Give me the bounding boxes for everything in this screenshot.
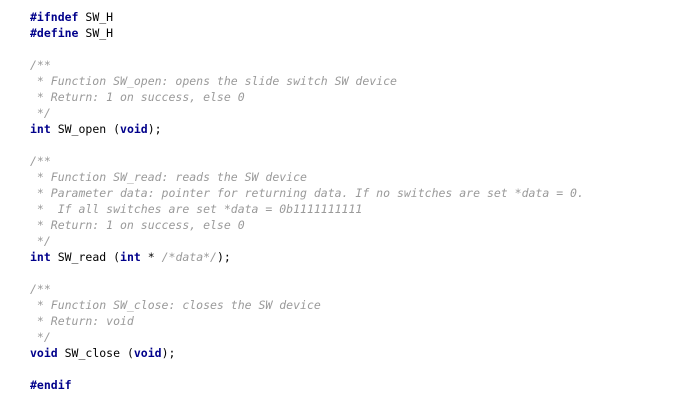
code-line: * Return: 1 on success, else 0	[30, 89, 584, 105]
code-line: #endif	[30, 377, 584, 393]
code-line: /**	[30, 153, 584, 169]
code-line: #ifndef SW_H	[30, 9, 584, 25]
code-line: ​	[30, 41, 584, 57]
code-line: * Function SW_open: opens the slide swit…	[30, 73, 584, 89]
code-text: );	[161, 346, 176, 360]
code-comment: /*data*/	[161, 250, 217, 264]
code-line: /**	[30, 57, 584, 73]
code-comment: * Return: 1 on success, else 0	[30, 218, 245, 232]
code-keyword: void	[30, 346, 58, 360]
code-text: *	[140, 250, 162, 264]
code-keyword: int	[120, 250, 141, 264]
code-line: ​	[30, 265, 584, 281]
code-line: * Parameter data: pointer for returning …	[30, 185, 584, 201]
code-line: */	[30, 105, 584, 121]
code-text: SW_read (	[50, 250, 121, 264]
code-text: SW_open (	[50, 122, 121, 136]
code-keyword: void	[133, 346, 162, 360]
code-comment: /**	[30, 58, 51, 72]
code-line: int SW_read (int * /*data*/);	[30, 249, 584, 265]
code-keyword: #define	[30, 26, 79, 40]
code-text: SW_H	[78, 26, 114, 40]
code-comment: * Return: void	[30, 314, 134, 328]
code-keyword: int	[30, 122, 51, 136]
code-keyword: void	[120, 122, 148, 136]
code-line: */	[30, 329, 584, 345]
code-line: * If all switches are set *data = 0b1111…	[30, 201, 584, 217]
code-text: SW_close (	[57, 346, 134, 360]
code-line: * Return: 1 on success, else 0	[30, 217, 584, 233]
code-line: * Return: void	[30, 313, 584, 329]
code-comment: /**	[30, 282, 51, 296]
code-line: #define SW_H	[30, 25, 584, 41]
code-comment: * If all switches are set *data = 0b1111…	[30, 202, 363, 216]
code-listing: #ifndef SW_H#define SW_H​/** * Function …	[30, 9, 584, 393]
code-keyword: #endif	[30, 378, 72, 392]
code-line: ​	[30, 361, 584, 377]
code-line: */	[30, 233, 584, 249]
code-comment: /**	[30, 154, 51, 168]
code-line: * Function SW_close: closes the SW devic…	[30, 297, 584, 313]
code-comment: * Function SW_close: closes the SW devic…	[30, 298, 321, 312]
code-line: void SW_close (void);	[30, 345, 584, 361]
code-comment: * Return: 1 on success, else 0	[30, 90, 245, 104]
code-text: SW_H	[78, 10, 114, 24]
code-comment: * Function SW_read: reads the SW device	[30, 170, 307, 184]
code-line: ​	[30, 137, 584, 153]
code-keyword: #ifndef	[30, 10, 79, 24]
code-comment: * Parameter data: pointer for returning …	[30, 186, 584, 200]
code-line: int SW_open (void);	[30, 121, 584, 137]
code-keyword: int	[30, 250, 51, 264]
code-comment: */	[30, 234, 51, 248]
code-line: /**	[30, 281, 584, 297]
code-text: );	[216, 250, 231, 264]
code-comment: */	[30, 330, 51, 344]
code-line: * Function SW_read: reads the SW device	[30, 169, 584, 185]
code-text: );	[147, 122, 162, 136]
code-comment: */	[30, 106, 51, 120]
code-comment: * Function SW_open: opens the slide swit…	[30, 74, 397, 88]
